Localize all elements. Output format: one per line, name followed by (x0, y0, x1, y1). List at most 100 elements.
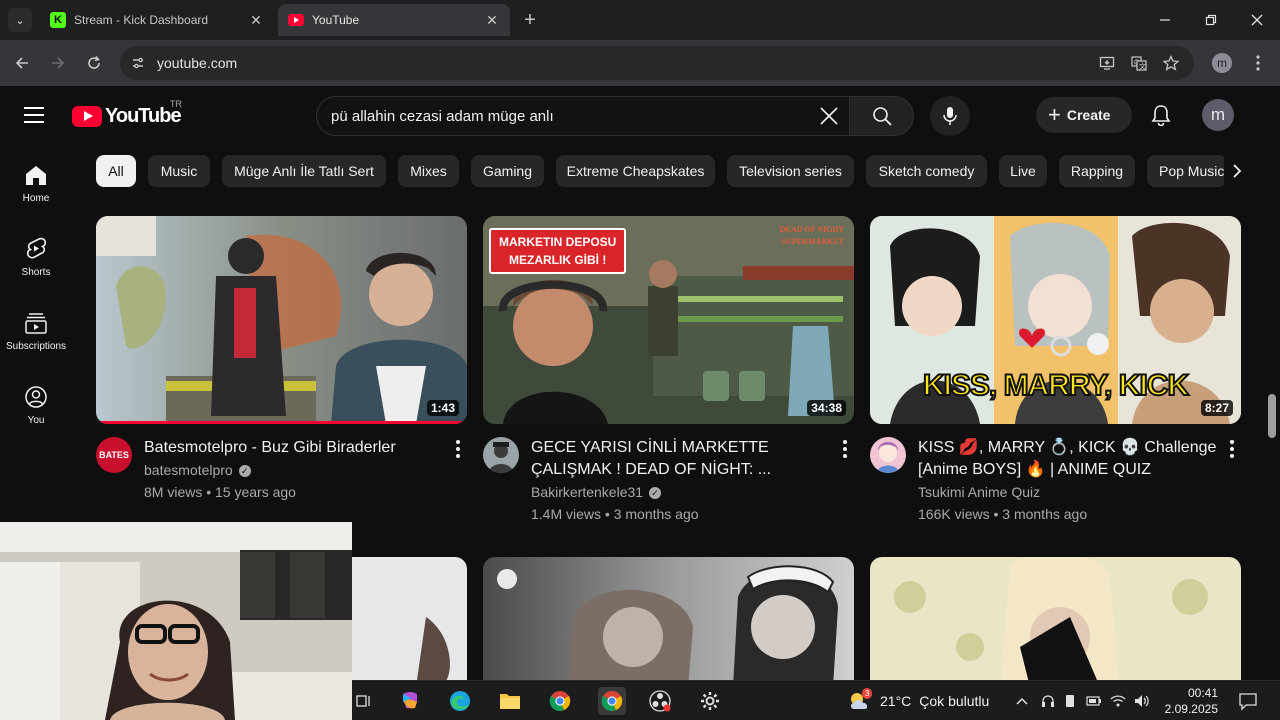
video-menu-icon[interactable] (839, 437, 851, 461)
translate-icon[interactable]: G文 (1130, 54, 1148, 72)
chip-muge-anli[interactable]: Müge Anlı İle Tatlı Sert (222, 155, 386, 187)
youtube-icon (288, 14, 304, 26)
scrollbar-thumb[interactable] (1268, 394, 1276, 438)
close-tab-icon[interactable]: ✕ (248, 12, 264, 29)
notifications-button[interactable] (1148, 101, 1174, 129)
copilot-icon[interactable] (398, 689, 422, 713)
obs-icon[interactable] (648, 689, 672, 713)
guide-menu-button[interactable] (24, 104, 48, 126)
task-view-icon[interactable] (352, 689, 376, 713)
rail-item-home[interactable]: Home (0, 163, 72, 204)
channel-name[interactable]: batesmotelpro ✓ (144, 459, 251, 481)
video-title[interactable]: Batesmotelpro - Buz Gibi Biraderler (144, 437, 434, 459)
video-thumbnail[interactable] (483, 557, 854, 687)
headset-icon[interactable] (1040, 693, 1056, 709)
address-bar[interactable]: youtube.com G文 (120, 46, 1194, 80)
video-thumbnail[interactable]: KISS, MARRY, KICK 8:27 (870, 216, 1241, 424)
show-hidden-icons-chevron-up-icon[interactable] (1014, 693, 1030, 709)
video-title[interactable]: KISS 💋, MARRY 💍, KICK 💀 Challenge [Anime… (918, 437, 1218, 481)
site-info-icon[interactable] (130, 55, 146, 71)
rail-item-subscriptions[interactable]: Subscriptions (0, 311, 72, 352)
close-window-button[interactable] (1234, 0, 1280, 40)
channel-avatar[interactable]: BATES (96, 437, 132, 473)
video-thumbnail[interactable] (870, 557, 1241, 687)
search-box[interactable]: pü allahin cezasi adam müge anlı (316, 96, 850, 136)
usb-drive-icon[interactable] (1062, 693, 1078, 709)
channel-name[interactable]: Tsukimi Anime Quiz (918, 481, 1040, 503)
video-title[interactable]: GECE YARISI CİNLİ MARKETTE ÇALIŞMAK ! DE… (531, 437, 831, 481)
rail-label: Shorts (21, 267, 51, 278)
voice-search-button[interactable] (930, 96, 970, 136)
search-button[interactable] (850, 96, 914, 136)
clear-search-icon[interactable] (817, 104, 841, 128)
chevron-right-icon (1233, 164, 1242, 178)
chip-mixes[interactable]: Mixes (398, 155, 459, 187)
channel-avatar[interactable] (870, 437, 906, 473)
video-thumbnail[interactable]: MARKETIN DEPOSU MEZARLIK GİBİ ! DEAD OF … (483, 216, 854, 424)
close-tab-icon[interactable]: ✕ (484, 12, 500, 29)
channel-name-text: Bakirkertenkele31 (531, 484, 644, 500)
restore-button[interactable] (1188, 0, 1234, 40)
chip-rapping[interactable]: Rapping (1059, 155, 1135, 187)
browser-profile-avatar[interactable]: m (1212, 53, 1232, 73)
tab-kick-dashboard[interactable]: K Stream - Kick Dashboard ✕ (40, 6, 274, 34)
minimize-button[interactable] (1142, 0, 1188, 40)
battery-icon[interactable] (1086, 693, 1102, 709)
channel-name[interactable]: Bakirkertenkele31 ✓ (531, 481, 662, 503)
clock-time: 00:41 (1187, 686, 1218, 700)
system-clock[interactable]: 00:41 2.09.2025 (1162, 685, 1218, 717)
rail-label: Subscriptions (5, 341, 67, 352)
chip-sketch-comedy[interactable]: Sketch comedy (866, 155, 987, 187)
weather-widget[interactable]: 3 21°C Çok bulutlu (848, 688, 989, 711)
edge-icon[interactable] (448, 689, 472, 713)
channel-avatar[interactable] (483, 437, 519, 473)
chip-gaming[interactable]: Gaming (471, 155, 544, 187)
chip-extreme-cheapskates[interactable]: Extreme Cheapskates (556, 155, 715, 187)
chips-next-button[interactable] (1224, 155, 1250, 187)
video-menu-icon[interactable] (452, 437, 464, 461)
chip-pop-music[interactable]: Pop Music (1147, 155, 1227, 187)
video-menu-icon[interactable] (1226, 437, 1238, 461)
windows-taskbar: 3 21°C Çok bulutlu 00:41 2.09.2025 (352, 680, 1280, 720)
file-explorer-icon[interactable] (498, 689, 522, 713)
youtube-logo[interactable]: YouTube TR (72, 99, 182, 129)
install-app-icon[interactable] (1098, 54, 1116, 72)
notification-center-icon[interactable] (1238, 691, 1258, 711)
thumbnail-image (96, 216, 467, 424)
tab-search-icon[interactable]: ⌄ (8, 8, 32, 32)
chip-music[interactable]: Music (148, 155, 210, 187)
rail-item-shorts[interactable]: Shorts (0, 237, 72, 278)
account-avatar[interactable]: m (1202, 99, 1234, 131)
overlay-line-2: MEZARLIK GİBİ ! (509, 253, 607, 267)
rail-label: You (27, 415, 45, 426)
thumbnail-overlay-text: KISS, MARRY, KICK (922, 368, 1190, 403)
reload-button[interactable] (82, 51, 106, 75)
wifi-icon[interactable] (1110, 693, 1126, 709)
rail-item-you[interactable]: You (0, 385, 72, 426)
chrome-icon[interactable] (548, 689, 572, 713)
browser-menu-icon[interactable] (1248, 52, 1268, 74)
chip-live[interactable]: Live (999, 155, 1047, 187)
webcam-image (0, 522, 352, 720)
page-scrollbar[interactable] (1266, 88, 1280, 680)
video-duration: 1:43 (426, 400, 459, 416)
chip-television-series[interactable]: Television series (727, 155, 854, 187)
corner-line-2: SUPERMARKET (781, 237, 844, 246)
volume-icon[interactable] (1134, 693, 1150, 709)
weather-temperature: 21°C (880, 693, 912, 709)
bookmark-star-icon[interactable] (1162, 54, 1180, 72)
settings-gear-icon[interactable] (698, 689, 722, 713)
chip-all[interactable]: All (96, 155, 136, 187)
back-button[interactable] (10, 51, 34, 75)
chrome-profile-icon[interactable] (598, 687, 626, 715)
video-thumbnail[interactable]: 1:43 (96, 216, 467, 424)
minimize-icon (1160, 19, 1170, 21)
browser-tab-strip: ⌄ K Stream - Kick Dashboard ✕ YouTube ✕ … (0, 0, 1280, 40)
channel-name-text: Tsukimi Anime Quiz (918, 484, 1041, 500)
create-button[interactable]: + Create (1036, 97, 1132, 133)
new-tab-button[interactable]: + (518, 8, 542, 32)
url-text[interactable]: youtube.com (157, 55, 237, 71)
forward-button[interactable] (46, 51, 70, 75)
tab-youtube[interactable]: YouTube ✕ (278, 4, 510, 36)
search-input[interactable]: pü allahin cezasi adam müge anlı (331, 108, 554, 125)
